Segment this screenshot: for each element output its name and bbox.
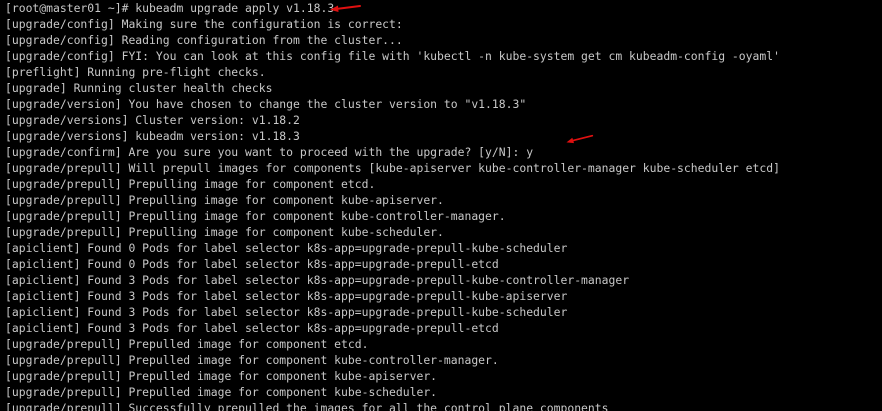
terminal-line: [upgrade/config] FYI: You can look at th… (5, 49, 780, 63)
terminal-line: [upgrade/prepull] Prepulling image for c… (5, 209, 506, 223)
red-arrow-icon (330, 5, 361, 12)
terminal-line: [apiclient] Found 3 Pods for label selec… (5, 305, 568, 319)
terminal-line: [upgrade/prepull] Prepulled image for co… (5, 385, 438, 399)
terminal-line: [apiclient] Found 3 Pods for label selec… (5, 273, 630, 287)
terminal-line: [apiclient] Found 0 Pods for label selec… (5, 241, 568, 255)
terminal-line: [upgrade/versions] kubeadm version: v1.1… (5, 129, 300, 143)
terminal-line: [root@master01 ~]# kubeadm upgrade apply… (5, 1, 335, 15)
terminal-line: [upgrade/prepull] Will prepull images fo… (5, 161, 780, 175)
terminal-line: [upgrade/config] Reading configuration f… (5, 33, 403, 47)
red-arrow-icon (566, 134, 594, 144)
terminal-line: [upgrade/version] You have chosen to cha… (5, 97, 527, 111)
terminal-line: [upgrade/prepull] Prepulling image for c… (5, 193, 444, 207)
terminal-line: [apiclient] Found 3 Pods for label selec… (5, 289, 568, 303)
terminal-line: [upgrade/prepull] Prepulling image for c… (5, 177, 376, 191)
terminal-line: [upgrade/prepull] Prepulled image for co… (5, 337, 369, 351)
terminal-line: [upgrade] Running cluster health checks (5, 81, 273, 95)
terminal-line: [apiclient] Found 0 Pods for label selec… (5, 257, 499, 271)
terminal-line: [upgrade/prepull] Successfully prepulled… (5, 401, 609, 411)
terminal-line: [upgrade/versions] Cluster version: v1.1… (5, 113, 300, 127)
terminal-line: [preflight] Running pre-flight checks. (5, 65, 266, 79)
terminal-line: [upgrade/confirm] Are you sure you want … (5, 145, 534, 159)
terminal-line: [upgrade/config] Making sure the configu… (5, 17, 403, 31)
terminal-line: [upgrade/prepull] Prepulled image for co… (5, 353, 499, 367)
terminal-window[interactable]: [root@master01 ~]# kubeadm upgrade apply… (0, 0, 882, 411)
terminal-line: [apiclient] Found 3 Pods for label selec… (5, 321, 499, 335)
terminal-line: [upgrade/prepull] Prepulled image for co… (5, 369, 438, 383)
terminal-line: [upgrade/prepull] Prepulling image for c… (5, 225, 444, 239)
